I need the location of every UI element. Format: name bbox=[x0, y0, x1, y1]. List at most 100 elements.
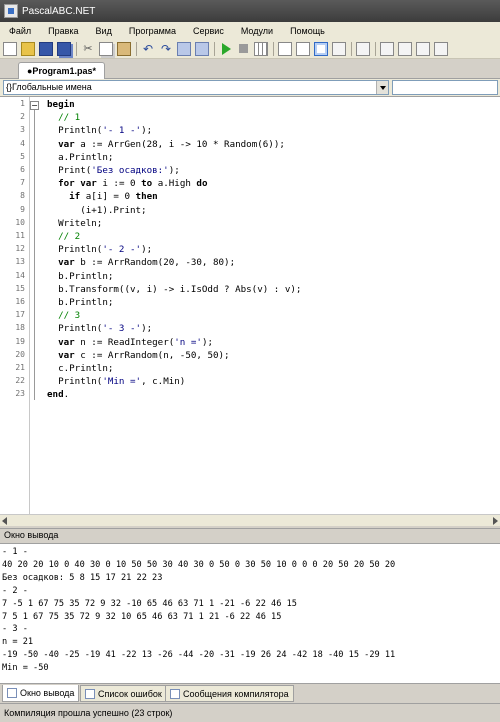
watch-window-icon[interactable] bbox=[416, 41, 430, 56]
build-icon[interactable] bbox=[254, 41, 268, 56]
menu-view[interactable]: Вид bbox=[96, 26, 112, 36]
code-line[interactable]: c.Println; bbox=[47, 363, 113, 375]
code-line[interactable]: // 3 bbox=[47, 310, 80, 322]
line-number: 8 bbox=[20, 191, 25, 201]
code-token: c.Println; bbox=[47, 363, 114, 374]
line-number: 19 bbox=[15, 336, 25, 346]
code-line[interactable]: begin bbox=[47, 99, 75, 111]
code-line[interactable]: a.Println; bbox=[47, 152, 113, 164]
code-line[interactable]: Println('- 2 -'); bbox=[47, 244, 152, 256]
paste-icon[interactable] bbox=[117, 41, 131, 56]
code-token: var bbox=[58, 257, 75, 269]
code-line[interactable]: Println('- 1 -'); bbox=[47, 125, 152, 137]
redo-icon[interactable]: ↷ bbox=[159, 42, 173, 56]
scroll-left-icon[interactable] bbox=[2, 517, 7, 525]
code-token: Print( bbox=[47, 165, 92, 176]
code-line[interactable]: b.Transform((v, i) -> i.IsOdd ? Abs(v) :… bbox=[47, 284, 301, 296]
new-file-icon[interactable] bbox=[3, 41, 17, 56]
output-line: n = 21 bbox=[2, 637, 34, 648]
line-number: 17 bbox=[15, 310, 25, 320]
code-line[interactable]: b.Println; bbox=[47, 297, 113, 309]
stop-icon[interactable] bbox=[239, 44, 248, 53]
cut-icon[interactable]: ✂ bbox=[81, 42, 95, 56]
code-token: // 1 bbox=[47, 112, 81, 124]
output-line: - 3 - bbox=[2, 624, 28, 635]
line-number-gutter: 1 2 3 4 5 6 7 8 9 10 11 12 13 14 15 16 17 18 19 20 21 22 23 bbox=[0, 97, 30, 514]
toolbar: ✂ ↶ ↷ bbox=[0, 39, 500, 59]
code-token: '- 3 -' bbox=[102, 323, 142, 335]
code-line[interactable]: // 2 bbox=[47, 231, 80, 243]
code-line[interactable]: Print('Без осадков:'); bbox=[47, 165, 180, 177]
code-editor[interactable]: 1 2 3 4 5 6 7 8 9 10 11 12 13 14 15 16 17 18 19 20 21 22 23 − … bbox=[0, 96, 500, 526]
code-token: c := ArrRandom(n, -50, 50); bbox=[74, 349, 230, 361]
member-select[interactable] bbox=[392, 80, 498, 95]
code-line[interactable]: var b := ArrRandom(20, -30, 80); bbox=[47, 257, 235, 269]
line-number: 2 bbox=[20, 112, 25, 122]
code-line[interactable]: end. bbox=[47, 389, 69, 401]
chevron-down-icon[interactable] bbox=[376, 81, 388, 94]
code-token: ); bbox=[141, 125, 153, 137]
format-code-icon[interactable] bbox=[195, 41, 209, 56]
code-token: var bbox=[58, 349, 75, 361]
tab-program1[interactable]: ●Program1.pas* bbox=[18, 62, 105, 79]
code-line[interactable]: // 1 bbox=[47, 112, 80, 124]
fold-toggle-icon[interactable]: − bbox=[30, 101, 39, 110]
bottom-tab-bar: Окно вывода Список ошибок Сообщения комп… bbox=[0, 683, 500, 703]
horizontal-scrollbar[interactable] bbox=[0, 514, 500, 526]
tab-label: Список ошибок bbox=[98, 689, 162, 699]
code-token: if bbox=[69, 191, 81, 203]
line-number: 23 bbox=[15, 389, 25, 399]
code-line[interactable]: b.Println; bbox=[47, 271, 113, 283]
error-list-icon[interactable] bbox=[332, 41, 346, 56]
code-token: a.Println; bbox=[47, 151, 114, 163]
menu-edit[interactable]: Правка bbox=[48, 26, 78, 36]
code-token: '- 1 -' bbox=[102, 125, 142, 137]
output-window-icon[interactable] bbox=[314, 41, 328, 56]
code-token: 'Min =' bbox=[102, 376, 142, 388]
code-line[interactable]: Println('- 3 -'); bbox=[47, 323, 152, 335]
scroll-right-icon[interactable] bbox=[493, 517, 498, 525]
code-token: b := ArrRandom(20, -30, 80); bbox=[74, 257, 236, 269]
step-into-icon[interactable] bbox=[278, 41, 292, 56]
form-designer-icon[interactable] bbox=[380, 41, 394, 56]
save-icon[interactable] bbox=[39, 41, 53, 56]
copy-icon[interactable] bbox=[99, 41, 113, 56]
tab-error-list[interactable]: Список ошибок bbox=[80, 685, 167, 702]
code-line[interactable]: var n := ReadInteger('n ='); bbox=[47, 337, 213, 349]
menu-program[interactable]: Программа bbox=[129, 26, 176, 36]
undo-icon[interactable]: ↶ bbox=[141, 42, 155, 56]
code-token: do bbox=[196, 178, 208, 190]
code-line[interactable]: var c := ArrRandom(n, -50, 50); bbox=[47, 350, 230, 362]
menu-help[interactable]: Помощь bbox=[290, 26, 325, 36]
code-line[interactable]: if a[i] = 0 then bbox=[47, 191, 158, 203]
menu-modules[interactable]: Модули bbox=[241, 26, 273, 36]
scope-select[interactable]: {}Глобальные имена bbox=[3, 80, 389, 95]
line-number: 14 bbox=[15, 270, 25, 280]
code-line[interactable]: var a := ArrGen(28, i -> 10 * Random(6))… bbox=[47, 139, 285, 151]
run-icon[interactable] bbox=[222, 42, 231, 55]
code-token: '- 2 -' bbox=[102, 244, 142, 256]
code-token: for var bbox=[58, 178, 97, 190]
tab-output-window[interactable]: Окно вывода bbox=[2, 685, 80, 702]
save-all-icon[interactable] bbox=[57, 41, 71, 56]
options-icon[interactable] bbox=[398, 41, 412, 56]
code-template-icon[interactable] bbox=[177, 41, 191, 56]
tab-compiler-messages[interactable]: Сообщения компилятора bbox=[165, 685, 294, 702]
help-icon[interactable] bbox=[434, 41, 448, 56]
output-panel[interactable]: - 1 - 40 20 20 10 0 40 30 0 10 50 50 30 4… bbox=[0, 543, 500, 683]
menu-service[interactable]: Сервис bbox=[193, 26, 224, 36]
menu-file[interactable]: Файл bbox=[9, 26, 31, 36]
output-window-icon bbox=[7, 688, 17, 698]
debug-icon[interactable] bbox=[356, 41, 370, 56]
step-over-icon[interactable] bbox=[296, 41, 310, 56]
code-line[interactable]: Println('Min =', c.Min) bbox=[47, 376, 185, 388]
code-line[interactable]: Writeln; bbox=[47, 218, 102, 230]
open-folder-icon[interactable] bbox=[21, 41, 35, 56]
code-line[interactable]: for var i := 0 to a.High do bbox=[47, 178, 208, 190]
code-line[interactable]: (i+1).Print; bbox=[47, 205, 146, 217]
code-token: ); bbox=[141, 244, 153, 256]
document-tabs: ●Program1.pas* bbox=[0, 59, 500, 79]
